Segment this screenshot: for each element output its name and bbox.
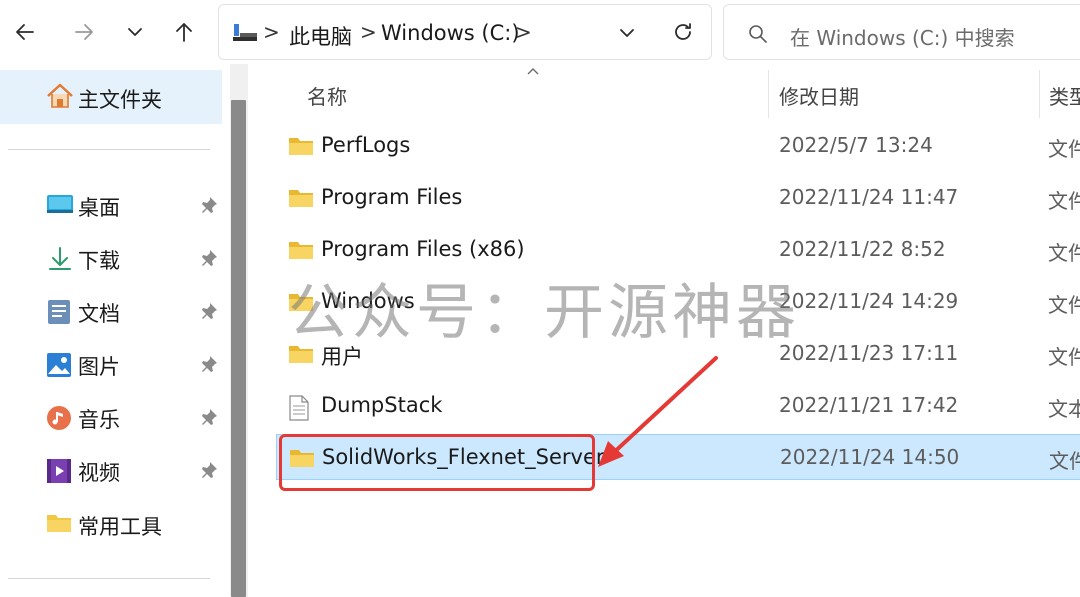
sidebar-item-label: 下载 <box>78 249 120 273</box>
file-type: 文件夹 <box>1048 137 1080 161</box>
sidebar-item-label: 常用工具 <box>78 515 162 539</box>
folder-icon <box>289 346 313 363</box>
pin-icon[interactable] <box>200 355 218 373</box>
folder-icon <box>289 242 313 259</box>
sidebar-item-label: 桌面 <box>78 196 120 220</box>
sidebar-item-label: 图片 <box>78 355 120 379</box>
folder-icon <box>290 450 314 467</box>
file-row[interactable]: Program Files 2022/11/24 11:47 文件夹 <box>276 175 1080 221</box>
sidebar-item-desktop[interactable]: 桌面 <box>0 181 222 229</box>
music-icon <box>47 406 71 430</box>
sidebar-item-downloads[interactable]: 下载 <box>0 234 222 282</box>
breadcrumb-separator: > <box>360 20 377 44</box>
folder-icon <box>47 515 71 532</box>
sidebar-item-pictures[interactable]: 图片 <box>0 340 222 388</box>
sidebar-divider <box>8 578 210 579</box>
column-header-modified[interactable]: 修改日期 <box>779 81 859 110</box>
file-modified: 2022/11/21 17:42 <box>779 393 959 417</box>
file-icon <box>289 395 309 421</box>
sidebar-item-label: 音乐 <box>78 408 120 432</box>
column-header-type[interactable]: 类型 <box>1049 81 1080 110</box>
breadcrumb-this-pc[interactable]: 此电脑 <box>289 21 352 51</box>
pin-icon[interactable] <box>200 249 218 267</box>
back-button[interactable] <box>8 14 42 50</box>
file-modified: 2022/5/7 13:24 <box>779 133 933 157</box>
file-type: 文件夹 <box>1048 345 1080 369</box>
file-modified: 2022/11/24 11:47 <box>779 185 959 209</box>
file-row[interactable]: DumpStack 2022/11/21 17:42 文本文档 <box>276 383 1080 429</box>
download-icon <box>49 247 71 270</box>
sidebar-item-videos[interactable]: 视频 <box>0 446 222 494</box>
chevron-down-icon <box>128 28 142 36</box>
sidebar-item-label: 文档 <box>78 302 120 326</box>
file-name: PerfLogs <box>321 133 411 157</box>
file-name: SolidWorks_Flexnet_Server <box>322 445 605 469</box>
picture-icon <box>47 353 71 377</box>
breadcrumb-drive-c[interactable]: Windows (C:) <box>381 21 520 45</box>
file-type: 文件夹 <box>1048 241 1080 265</box>
up-button[interactable] <box>167 14 201 50</box>
folder-icon <box>289 190 313 207</box>
sidebar-item-label: 视频 <box>78 461 120 485</box>
file-modified: 2022/11/23 17:11 <box>779 341 959 365</box>
search-icon <box>749 25 767 43</box>
sidebar-divider <box>8 149 210 150</box>
file-modified: 2022/11/24 14:29 <box>779 289 959 313</box>
file-modified: 2022/11/24 14:50 <box>780 445 960 469</box>
recent-locations-button[interactable] <box>118 14 152 50</box>
folder-icon <box>289 138 313 155</box>
breadcrumb-separator: > <box>263 20 280 44</box>
up-arrow-icon <box>176 23 192 42</box>
file-row-selected[interactable]: SolidWorks_Flexnet_Server 2022/11/24 14:… <box>276 434 1080 480</box>
file-name: Program Files (x86) <box>321 237 525 261</box>
pin-icon[interactable] <box>200 461 218 479</box>
this-pc-icon <box>233 24 257 41</box>
file-list: 名称 修改日期 类型 PerfLogs 2022/5/7 13:24 文件夹 P… <box>250 64 1080 597</box>
file-name: Windows <box>321 289 415 313</box>
file-row[interactable]: PerfLogs 2022/5/7 13:24 文件夹 <box>276 123 1080 169</box>
file-name: Program Files <box>321 185 463 209</box>
file-name: 用户 <box>321 345 363 369</box>
file-row[interactable]: 用户 2022/11/23 17:11 文件夹 <box>276 331 1080 377</box>
sidebar-item-tools[interactable]: 常用工具 <box>0 500 222 548</box>
pin-icon[interactable] <box>200 196 218 214</box>
sidebar-item-home[interactable]: 主文件夹 <box>0 70 222 124</box>
column-separator[interactable] <box>768 70 769 118</box>
desktop-icon <box>47 195 73 213</box>
file-row[interactable]: Program Files (x86) 2022/11/22 8:52 文件夹 <box>276 227 1080 273</box>
file-name: DumpStack <box>321 393 443 417</box>
refresh-icon[interactable] <box>671 20 695 44</box>
address-bar[interactable]: > 此电脑 > Windows (C:) > <box>218 4 712 60</box>
navigation-toolbar: > 此电脑 > Windows (C:) > 在 Windows (C:) 中搜… <box>0 0 1080 64</box>
folder-icon <box>289 294 313 311</box>
home-icon <box>47 83 73 108</box>
navigation-pane: 主文件夹 桌面 下载 文档 图片 音乐 视频 常用工具 <box>0 64 230 597</box>
file-type: 文件夹 <box>1048 189 1080 213</box>
forward-button[interactable] <box>67 14 101 50</box>
document-icon <box>48 300 70 324</box>
address-dropdown-icon[interactable] <box>617 23 637 43</box>
file-modified: 2022/11/22 8:52 <box>779 237 946 261</box>
video-icon <box>47 459 71 483</box>
back-arrow-icon <box>16 24 34 40</box>
pin-icon[interactable] <box>200 302 218 320</box>
file-type: 文本文档 <box>1048 397 1080 421</box>
sidebar-item-music[interactable]: 音乐 <box>0 393 222 441</box>
breadcrumb-separator: > <box>515 20 532 44</box>
column-separator[interactable] <box>1039 70 1040 118</box>
file-row[interactable]: Windows 2022/11/24 14:29 文件夹 <box>276 279 1080 325</box>
file-type: 文件夹 <box>1048 293 1080 317</box>
search-placeholder: 在 Windows (C:) 中搜索 <box>790 26 1015 50</box>
forward-arrow-icon <box>75 24 93 40</box>
column-header-name[interactable]: 名称 <box>307 81 347 110</box>
pin-icon[interactable] <box>200 408 218 426</box>
sidebar-item-documents[interactable]: 文档 <box>0 287 222 335</box>
file-type: 文件夹 <box>1049 449 1080 473</box>
sidebar-item-label: 主文件夹 <box>78 88 162 112</box>
search-box[interactable]: 在 Windows (C:) 中搜索 <box>723 4 1080 60</box>
sort-ascending-icon <box>527 68 539 75</box>
sidebar-scroll-thumb[interactable] <box>231 100 246 597</box>
